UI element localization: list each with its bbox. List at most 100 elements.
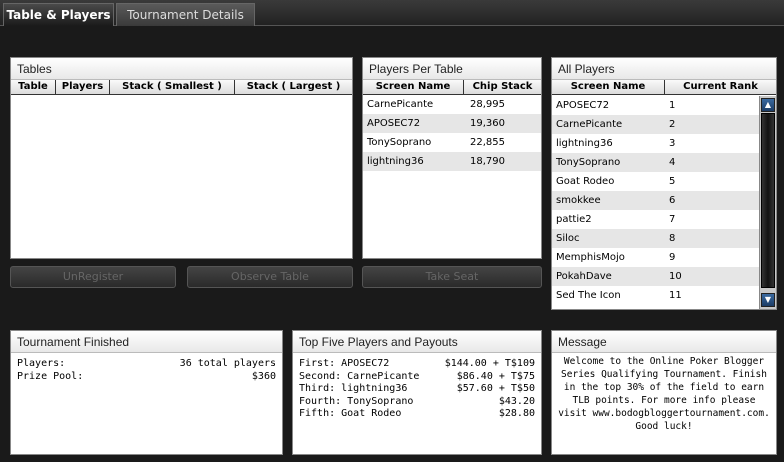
payout-row: Second: CarnePicante $86.40 + T$75 [293, 371, 541, 384]
col-screen-name[interactable]: Screen Name [363, 80, 464, 94]
all-players-title: All Players [552, 58, 776, 80]
player-rank: 3 [669, 138, 676, 149]
list-item[interactable]: Goat Rodeo 5 [552, 172, 759, 191]
list-item[interactable]: smokkee 6 [552, 191, 759, 210]
table-row[interactable]: APOSEC72 19,360 [363, 114, 541, 133]
scroll-down-arrow-icon[interactable]: ▼ [761, 293, 775, 307]
payout-place: Second: CarnePicante [299, 370, 420, 382]
payout-place: Third: lightning36 [299, 383, 408, 394]
payout-row: First: APOSEC72 $144.00 + T$109 [293, 358, 541, 371]
players-per-table-list: CarnePicante 28,995 APOSEC72 19,360 Tony… [363, 95, 541, 171]
list-item[interactable]: TonySoprano 4 [552, 153, 759, 172]
col-stack-largest[interactable]: Stack ( Largest ) [235, 80, 352, 94]
take-seat-button[interactable]: Take Seat [362, 266, 542, 288]
payout-amount: $28.80 [498, 408, 535, 419]
tournament-finished-title: Tournament Finished [11, 331, 282, 353]
tournament-finished-panel: Tournament Finished Players: 36 total pl… [10, 330, 283, 455]
players-row: Players: 36 total players [11, 358, 282, 371]
payout-amount: $144.00 + T$109 [444, 358, 535, 369]
table-row[interactable]: CarnePicante 28,995 [363, 95, 541, 114]
list-item[interactable]: APOSEC72 1 [552, 96, 759, 115]
tables-panel: Tables Table Players Stack ( Smallest ) … [10, 57, 353, 259]
player-name: CarnePicante [367, 99, 434, 110]
col-chip-stack[interactable]: Chip Stack [464, 80, 541, 94]
col-players[interactable]: Players [56, 80, 110, 94]
payout-row: Fourth: TonySoprano $43.20 [293, 396, 541, 409]
player-name: lightning36 [556, 138, 613, 149]
player-rank: 2 [669, 119, 676, 130]
tab-bar: Table & Players Tournament Details [0, 0, 784, 26]
players-per-table-panel: Players Per Table Screen Name Chip Stack… [362, 57, 542, 259]
scroll-thumb[interactable] [761, 113, 775, 288]
player-name: Sed The Icon [556, 290, 621, 301]
table-row[interactable]: TonySoprano 22,855 [363, 133, 541, 152]
payout-place: First: APOSEC72 [299, 358, 390, 369]
list-item[interactable]: CarnePicante 2 [552, 115, 759, 134]
table-row[interactable]: lightning36 18,790 [363, 152, 541, 171]
tab-tournament-details[interactable]: Tournament Details [116, 3, 255, 26]
payout-place: Fifth: Goat Rodeo [299, 408, 402, 419]
unregister-button[interactable]: UnRegister [10, 266, 176, 288]
players-value: 36 total players [179, 358, 276, 369]
payout-amount: $43.20 [498, 395, 535, 407]
players-per-table-title: Players Per Table [363, 58, 541, 80]
top-five-panel: Top Five Players and Payouts First: APOS… [292, 330, 542, 455]
player-name: pattie2 [556, 214, 592, 225]
prize-pool-label: Prize Pool: [17, 370, 84, 382]
scroll-up-arrow-icon[interactable]: ▲ [761, 98, 775, 112]
player-rank: 5 [669, 176, 676, 187]
col-table[interactable]: Table [11, 80, 56, 94]
message-text: Welcome to the Online Poker Blogger Seri… [558, 356, 770, 432]
player-name: TonySoprano [556, 157, 621, 168]
player-chips: 28,995 [470, 99, 505, 110]
player-rank: 11 [669, 290, 682, 301]
player-name: TonySoprano [367, 137, 432, 148]
list-item[interactable]: MemphisMojo 9 [552, 248, 759, 267]
col-current-rank[interactable]: Current Rank [665, 80, 776, 94]
payout-amount: $57.60 + T$50 [456, 383, 535, 394]
player-name: lightning36 [367, 156, 424, 167]
message-title: Message [552, 331, 776, 353]
list-item[interactable]: PokahDave 10 [552, 267, 759, 286]
prize-pool-value: $360 [251, 370, 276, 382]
payout-row: Fifth: Goat Rodeo $28.80 [293, 408, 541, 421]
message-panel: Message Welcome to the Online Poker Blog… [551, 330, 777, 455]
player-name: smokkee [556, 195, 601, 206]
observe-table-button[interactable]: Observe Table [187, 266, 353, 288]
players-label: Players: [17, 358, 66, 369]
player-rank: 9 [669, 252, 676, 263]
player-chips: 22,855 [470, 137, 505, 148]
all-players-panel: All Players Screen Name Current Rank APO… [551, 57, 777, 310]
payout-place: Fourth: TonySoprano [299, 395, 414, 407]
payout-amount: $86.40 + T$75 [456, 370, 535, 382]
tables-panel-title: Tables [11, 58, 352, 80]
tables-header: Table Players Stack ( Smallest ) Stack (… [11, 80, 352, 95]
list-item[interactable]: pattie2 7 [552, 210, 759, 229]
player-rank: 7 [669, 214, 676, 225]
player-chips: 19,360 [470, 118, 505, 129]
player-name: Goat Rodeo [556, 176, 615, 187]
player-name: CarnePicante [556, 119, 623, 130]
player-name: APOSEC72 [367, 118, 421, 129]
player-name: MemphisMojo [556, 252, 625, 263]
list-item[interactable]: lightning36 3 [552, 134, 759, 153]
all-players-body: APOSEC72 1 CarnePicante 2 lightning36 3 Ton… [552, 96, 776, 309]
players-per-table-header: Screen Name Chip Stack [363, 80, 541, 95]
tab-table-players[interactable]: Table & Players [3, 3, 114, 26]
col-screen-name[interactable]: Screen Name [552, 80, 665, 94]
all-players-scrollbar[interactable]: ▲ ▼ [759, 96, 776, 309]
player-rank: 1 [669, 100, 676, 111]
prize-pool-row: Prize Pool: $360 [11, 371, 282, 384]
all-players-header: Screen Name Current Rank [552, 80, 776, 95]
player-rank: 10 [669, 271, 682, 282]
player-name: APOSEC72 [556, 100, 610, 111]
player-name: Siloc [556, 233, 580, 244]
list-item[interactable]: Sed The Icon 11 [552, 286, 759, 305]
col-stack-smallest[interactable]: Stack ( Smallest ) [110, 80, 235, 94]
list-item[interactable]: Siloc 8 [552, 229, 759, 248]
player-rank: 6 [669, 195, 676, 206]
player-name: PokahDave [556, 271, 612, 282]
player-chips: 18,790 [470, 156, 505, 167]
player-rank: 8 [669, 233, 676, 244]
payout-row: Third: lightning36 $57.60 + T$50 [293, 383, 541, 396]
